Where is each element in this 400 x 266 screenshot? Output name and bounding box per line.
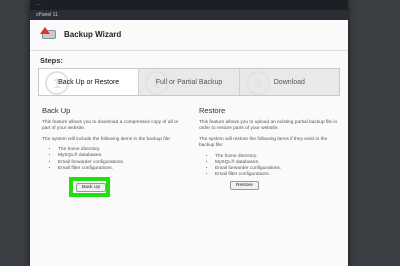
backup-include-text: The system will include the following it… — [42, 136, 171, 142]
backup-wizard-page: Backup Wizard Steps: 1 Back Up or Restor… — [30, 20, 348, 266]
restore-items-list: The home directory. MySQL® databases. Em… — [199, 154, 339, 179]
list-item: Email filter configurations. — [215, 172, 339, 178]
backup-section: Back Up This feature allows you to downl… — [42, 106, 182, 176]
title-row: Backup Wizard — [40, 26, 121, 42]
step-label: Download — [273, 78, 305, 86]
restore-include-text: The system will restore the following it… — [199, 136, 328, 149]
back-up-button[interactable]: Back Up — [76, 183, 107, 192]
backup-wizard-icon — [40, 27, 58, 41]
step-number: 3 — [245, 71, 270, 95]
browser-screen: ... cPanel 11 Backup Wizard Steps: 1 Bac… — [30, 0, 348, 266]
step-label: Full or Partial Backup — [155, 78, 223, 86]
backup-description: This feature allows you to download a co… — [42, 120, 179, 132]
list-item: Email filter configurations. — [58, 166, 182, 172]
top-bar-text: ... — [36, 1, 41, 7]
step-download[interactable]: 3 Download — [240, 69, 339, 95]
cpanel-header: cPanel 11 — [30, 10, 348, 20]
backup-heading: Back Up — [42, 106, 71, 115]
step-full-or-partial-backup[interactable]: 2 Full or Partial Backup — [139, 69, 240, 95]
step-back-up-or-restore[interactable]: 1 Back Up or Restore — [39, 69, 140, 95]
top-bar: ... — [30, 0, 348, 10]
breadcrumb[interactable]: cPanel 11 — [36, 12, 58, 18]
backup-items-list: The home directory. MySQL® databases. Em… — [42, 147, 182, 172]
restore-section: Restore This feature allows you to uploa… — [199, 106, 339, 182]
restore-description: This feature allows you to upload an exi… — [199, 120, 338, 132]
step-label: Back Up or Restore — [58, 78, 120, 86]
steps-bar: 1 Back Up or Restore 2 Full or Partial B… — [38, 68, 340, 96]
restore-button[interactable]: Restore — [230, 181, 259, 190]
divider — [30, 50, 348, 51]
steps-label: Steps: — [40, 56, 63, 65]
page-title: Backup Wizard — [64, 29, 122, 39]
restore-heading: Restore — [199, 106, 226, 115]
